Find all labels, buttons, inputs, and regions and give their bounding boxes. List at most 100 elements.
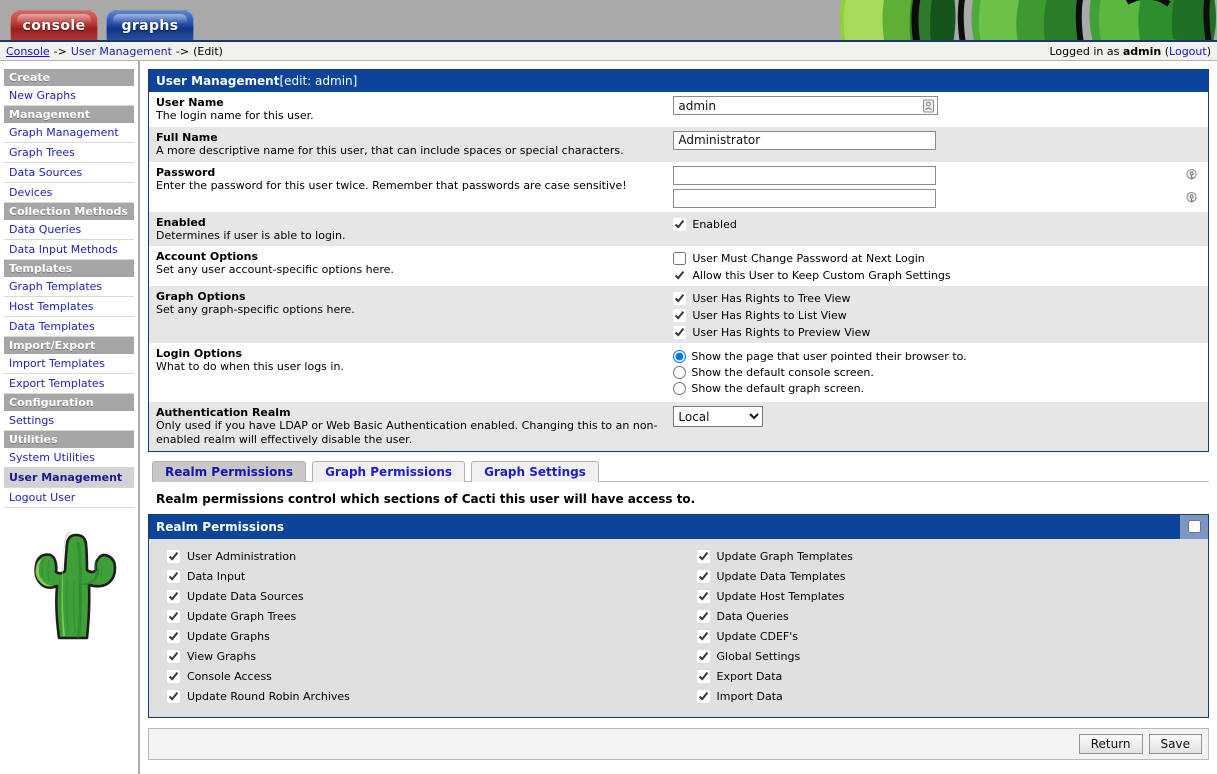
permission-checkbox-update-data-templates[interactable]: [696, 570, 710, 584]
checkbox-row[interactable]: Enabled: [673, 217, 1201, 231]
permission-checkbox-global-settings[interactable]: [696, 650, 710, 664]
checkbox-allow-this-user-to-keep-custom-graph-settings[interactable]: [673, 269, 687, 283]
input-wrapper: [673, 165, 1201, 185]
permission-row[interactable]: Update CDEF's: [696, 627, 1209, 647]
form-row: Password Enter the password for this user…: [149, 161, 1208, 212]
permission-checkbox-update-cdef-s[interactable]: [696, 630, 710, 644]
permission-label: Import Data: [716, 690, 783, 704]
breadcrumb-console-link[interactable]: Console: [6, 45, 50, 58]
return-button[interactable]: Return: [1078, 733, 1143, 754]
sidebar-group-header: Templates: [4, 260, 134, 277]
form-field-label: Login Options: [156, 347, 243, 361]
permission-checkbox-console-access[interactable]: [167, 670, 180, 684]
permission-label: Data Queries: [716, 610, 789, 624]
user-name-input[interactable]: [673, 96, 939, 115]
password-input-2[interactable]: [673, 188, 937, 208]
radio-row[interactable]: Show the default graph screen.: [673, 382, 1201, 396]
sidebar-item-graph-management[interactable]: Graph Management: [4, 123, 134, 143]
permission-row[interactable]: Update Graph Trees: [167, 607, 679, 627]
panel-title-bold: User Management: [156, 74, 280, 88]
permission-label: Update Graphs: [187, 630, 270, 644]
tab-console[interactable]: console: [10, 10, 98, 40]
permission-checkbox-update-graph-templates[interactable]: [696, 550, 710, 564]
form-row: User Name The login name for this user.: [149, 92, 1208, 127]
permission-checkbox-user-administration[interactable]: [167, 550, 180, 564]
permission-row[interactable]: Global Settings: [696, 647, 1209, 667]
permission-row[interactable]: Data Input: [167, 567, 679, 587]
sidebar-item-host-templates[interactable]: Host Templates: [4, 297, 134, 317]
permission-row[interactable]: Import Data: [696, 687, 1209, 707]
radio-row[interactable]: Show the default console screen.: [673, 366, 1201, 380]
permission-checkbox-update-graphs[interactable]: [167, 630, 180, 644]
checkbox-row[interactable]: User Has Rights to Preview View: [673, 326, 1201, 340]
sidebar-item-data-queries[interactable]: Data Queries: [4, 220, 134, 240]
radio-login-option-1[interactable]: [673, 350, 687, 364]
permission-checkbox-update-host-templates[interactable]: [696, 590, 710, 604]
sidebar-item-new-graphs[interactable]: New Graphs: [4, 86, 134, 106]
permission-row[interactable]: Export Data: [696, 667, 1209, 687]
checkbox-user-has-rights-to-list-view[interactable]: [673, 309, 687, 323]
checkbox-label: Enabled: [692, 217, 737, 231]
permission-row[interactable]: Update Host Templates: [696, 587, 1209, 607]
permission-row[interactable]: Update Round Robin Archives: [167, 687, 679, 707]
sidebar-item-settings[interactable]: Settings: [4, 411, 134, 431]
permission-row[interactable]: Update Data Sources: [167, 587, 679, 607]
logout-link[interactable]: Logout: [1169, 45, 1207, 58]
radio-login-option-3[interactable]: [673, 382, 687, 396]
checkbox-user-has-rights-to-tree-view[interactable]: [673, 292, 687, 306]
full-name-input[interactable]: [673, 130, 937, 150]
password-input-1[interactable]: [673, 165, 937, 185]
sidebar-item-data-input-methods[interactable]: Data Input Methods: [4, 240, 134, 260]
sidebar-item-data-sources[interactable]: Data Sources: [4, 163, 134, 183]
permission-row[interactable]: Update Graph Templates: [696, 547, 1209, 567]
checkbox-enabled[interactable]: [673, 217, 687, 231]
sidebar-item-export-templates[interactable]: Export Templates: [4, 374, 134, 394]
select-all-checkbox[interactable]: [1187, 520, 1201, 534]
form-footer: Return Save: [148, 727, 1209, 760]
checkbox-label: User Has Rights to Preview View: [692, 326, 871, 340]
tab-graphs[interactable]: graphs: [106, 10, 194, 40]
permission-checkbox-export-data[interactable]: [696, 670, 710, 684]
breadcrumb-user-management-link[interactable]: User Management: [71, 45, 172, 58]
checkbox-label: Allow this User to Keep Custom Graph Set…: [692, 269, 951, 283]
checkbox-user-has-rights-to-preview-view[interactable]: [673, 326, 687, 340]
checkbox-label: User Has Rights to List View: [692, 309, 847, 323]
permission-checkbox-update-graph-trees[interactable]: [167, 610, 180, 624]
permission-row[interactable]: View Graphs: [167, 647, 679, 667]
sidebar-item-import-templates[interactable]: Import Templates: [4, 354, 134, 374]
sidebar-item-data-templates[interactable]: Data Templates: [4, 317, 134, 337]
subtab-graph-permissions[interactable]: Graph Permissions: [312, 460, 466, 482]
login-status: Logged in as admin (Logout): [1049, 45, 1211, 58]
radio-row[interactable]: Show the page that user pointed their br…: [673, 350, 1201, 364]
panel-title: User Management [edit: admin]: [149, 70, 1208, 92]
subtab-graph-settings[interactable]: Graph Settings: [471, 460, 599, 482]
checkbox-row[interactable]: User Must Change Password at Next Login: [673, 252, 1201, 266]
sidebar-item-devices[interactable]: Devices: [4, 183, 134, 203]
checkbox-user-must-change-password-at-next-login[interactable]: [673, 252, 687, 266]
permission-checkbox-view-graphs[interactable]: [167, 650, 180, 664]
save-button[interactable]: Save: [1148, 733, 1202, 754]
sidebar-item-graph-templates[interactable]: Graph Templates: [4, 277, 134, 297]
permission-checkbox-data-input[interactable]: [167, 570, 180, 584]
permission-checkbox-update-data-sources[interactable]: [167, 590, 180, 604]
sidebar-item-user-management[interactable]: User Management: [4, 468, 134, 488]
checkbox-row[interactable]: User Has Rights to Tree View: [673, 292, 1201, 306]
sidebar-item-graph-trees[interactable]: Graph Trees: [4, 143, 134, 163]
checkbox-row[interactable]: Allow this User to Keep Custom Graph Set…: [673, 269, 1201, 283]
permission-row[interactable]: Data Queries: [696, 607, 1209, 627]
sidebar-item-logout-user[interactable]: Logout User: [4, 488, 134, 508]
permission-row[interactable]: Update Graphs: [167, 627, 679, 647]
permission-checkbox-data-queries[interactable]: [696, 610, 710, 624]
permission-checkbox-import-data[interactable]: [696, 690, 710, 704]
permission-checkbox-update-round-robin-archives[interactable]: [167, 690, 180, 704]
checkbox-row[interactable]: User Has Rights to List View: [673, 309, 1201, 323]
permission-row[interactable]: Update Data Templates: [696, 567, 1209, 587]
subtab-realm-permissions[interactable]: Realm Permissions: [152, 460, 307, 482]
sidebar-item-system-utilities[interactable]: System Utilities: [4, 448, 134, 468]
authentication-realm-select[interactable]: Local: [673, 406, 764, 428]
select-all-cell[interactable]: [1180, 514, 1208, 539]
form-row: Graph Options Set any graph-specific opti…: [149, 286, 1208, 344]
radio-login-option-2[interactable]: [673, 366, 687, 380]
permission-row[interactable]: User Administration: [167, 547, 679, 567]
permission-row[interactable]: Console Access: [167, 667, 679, 687]
